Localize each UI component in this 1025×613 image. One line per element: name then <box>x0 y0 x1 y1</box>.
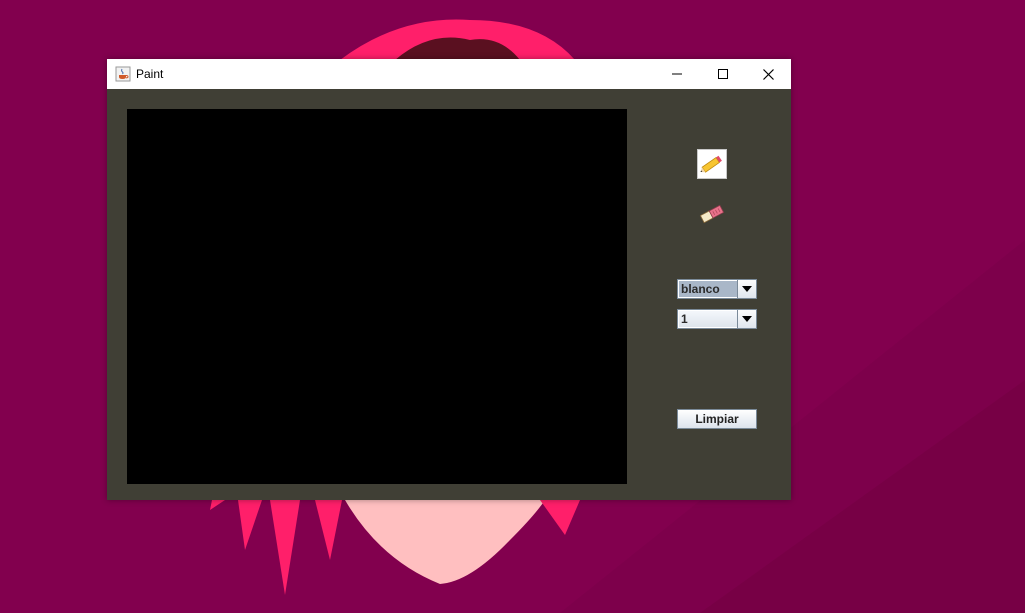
color-select-arrow[interactable] <box>737 280 756 298</box>
minimize-button[interactable] <box>654 59 700 89</box>
drawing-canvas[interactable] <box>127 109 627 484</box>
color-select-value: blanco <box>679 281 737 297</box>
close-icon <box>762 68 774 80</box>
size-select[interactable]: 1 <box>677 309 757 329</box>
chevron-down-icon <box>742 316 752 322</box>
window-title: Paint <box>136 67 164 81</box>
maximize-icon <box>718 69 728 79</box>
eraser-tool-button[interactable] <box>697 202 727 226</box>
clear-button[interactable]: Limpiar <box>677 409 757 429</box>
size-select-value: 1 <box>679 311 737 327</box>
pencil-icon <box>700 155 722 173</box>
java-cup-icon <box>115 66 131 82</box>
maximize-button[interactable] <box>700 59 746 89</box>
paint-window: Paint blanco 1 Limpiar <box>107 59 791 500</box>
size-select-arrow[interactable] <box>737 310 756 328</box>
title-bar[interactable]: Paint <box>107 59 791 89</box>
close-button[interactable] <box>745 59 791 89</box>
eraser-icon <box>699 204 725 224</box>
pencil-tool-button[interactable] <box>697 149 727 179</box>
color-select[interactable]: blanco <box>677 279 757 299</box>
minimize-icon <box>672 73 682 75</box>
chevron-down-icon <box>742 286 752 292</box>
